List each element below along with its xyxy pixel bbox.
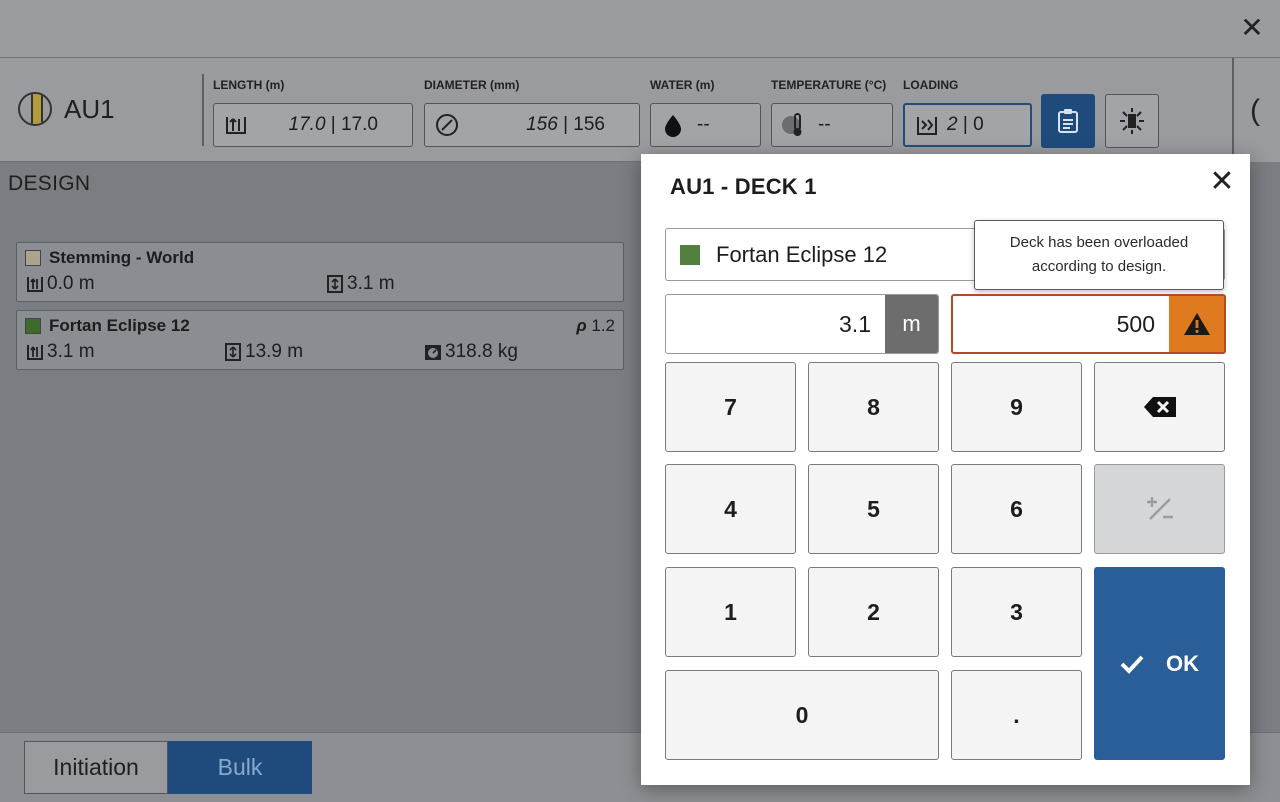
key-decimal[interactable]: .	[951, 670, 1082, 760]
length-input[interactable]: 3.1 m	[665, 294, 939, 354]
diameter-field[interactable]: 156 | 156	[424, 103, 640, 147]
water-field[interactable]: --	[650, 103, 761, 147]
deck-length: 13.9 m	[223, 341, 303, 363]
side-panel-toggle[interactable]: (	[1232, 58, 1280, 162]
thermometer-icon	[782, 113, 806, 137]
key-3[interactable]: 3	[951, 567, 1082, 657]
length-unit: m	[885, 295, 938, 353]
temperature-metric: TEMPERATURE (°C) --	[771, 78, 893, 147]
diameter-icon	[435, 113, 459, 137]
deck-length-icon	[223, 342, 243, 362]
hole-header: AU1 LENGTH (m) 17.0 | 17.0 DIAMETER (mm)…	[0, 58, 1232, 162]
header-divider	[202, 74, 204, 146]
deck-weight: 318.8 kg	[423, 341, 518, 363]
water-drop-icon	[661, 113, 685, 137]
loading-icon	[915, 113, 939, 137]
deck-keypad-dialog: AU1 - DECK 1 ✕ Fortan Eclipse 12 Deck ha…	[641, 154, 1250, 785]
diameter-label: DIAMETER (mm)	[424, 78, 520, 92]
deck-name: Stemming - World	[49, 248, 195, 267]
loading-field[interactable]: 2 | 0	[903, 103, 1032, 147]
deck-top: 0.0 m	[25, 273, 95, 295]
hole-identifier: AU1	[18, 92, 115, 126]
length-metric: LENGTH (m) 17.0 | 17.0	[213, 78, 413, 147]
length-actual: | 17.0	[325, 114, 378, 135]
ok-button[interactable]: OK	[1094, 567, 1225, 760]
key-9[interactable]: 9	[951, 362, 1082, 452]
length-label: LENGTH (m)	[213, 78, 285, 92]
backspace-icon	[1143, 397, 1176, 417]
close-icon[interactable]: ✕	[1208, 167, 1236, 197]
warning-icon[interactable]	[1169, 296, 1224, 352]
diameter-actual: | 156	[557, 114, 605, 135]
amount-input[interactable]: 500	[951, 294, 1226, 354]
key-1[interactable]: 1	[665, 567, 796, 657]
loading-design: 2	[947, 114, 958, 135]
deck-name: Fortan Eclipse 12	[49, 316, 190, 335]
collapse-icon: (	[1250, 94, 1260, 127]
backspace-button[interactable]	[1094, 362, 1225, 452]
design-title: DESIGN	[8, 172, 91, 195]
deck-color-swatch	[25, 318, 41, 334]
length-input-value: 3.1	[839, 310, 871, 337]
check-icon	[1120, 655, 1144, 674]
length-icon	[25, 342, 45, 362]
length-icon	[25, 274, 45, 294]
loading-label: LOADING	[903, 78, 959, 92]
key-0[interactable]: 0	[665, 670, 939, 760]
temperature-field[interactable]: --	[771, 103, 893, 147]
water-label: WATER (m)	[650, 78, 715, 92]
explosion-button[interactable]	[1105, 94, 1159, 148]
deck-color-swatch	[25, 250, 41, 266]
key-5[interactable]: 5	[808, 464, 939, 554]
loading-actual: | 0	[957, 114, 984, 135]
close-icon[interactable]: ✕	[1238, 14, 1266, 42]
explosion-icon	[1120, 108, 1144, 134]
length-design: 17.0	[288, 114, 326, 135]
overload-tooltip: Deck has been overloaded according to de…	[974, 220, 1224, 290]
key-8[interactable]: 8	[808, 362, 939, 452]
plus-minus-button[interactable]	[1094, 464, 1225, 554]
length-icon	[224, 113, 248, 137]
loading-metric: LOADING 2 | 0	[903, 78, 1032, 147]
key-6[interactable]: 6	[951, 464, 1082, 554]
key-7[interactable]: 7	[665, 362, 796, 452]
deck-density: ρ 1.2	[576, 316, 615, 335]
deck-length-icon	[325, 274, 345, 294]
mode-toggle: Initiation Bulk	[24, 741, 312, 794]
temperature-value: --	[818, 114, 831, 135]
product-color-swatch	[680, 244, 700, 265]
deck-card-stemming[interactable]: Stemming - World 0.0 m 3.1 m	[16, 242, 624, 302]
dialog-title: AU1 - DECK 1	[670, 174, 817, 199]
clipboard-icon	[1058, 109, 1078, 133]
top-bar: ✕	[0, 0, 1280, 58]
hole-status-icon	[18, 92, 52, 126]
deck-card-fortan[interactable]: Fortan Eclipse 12 ρ 1.2 3.1 m 13.9 m 318…	[16, 310, 624, 370]
plus-minus-icon	[1146, 497, 1173, 520]
diameter-metric: DIAMETER (mm) 156 | 156	[424, 78, 640, 147]
tab-initiation[interactable]: Initiation	[24, 741, 168, 794]
weight-icon	[423, 342, 443, 362]
clipboard-button[interactable]	[1041, 94, 1095, 148]
diameter-design: 156	[526, 114, 558, 135]
deck-length: 3.1 m	[325, 273, 395, 295]
key-4[interactable]: 4	[665, 464, 796, 554]
amount-input-value: 500	[1116, 310, 1155, 337]
length-field[interactable]: 17.0 | 17.0	[213, 103, 413, 147]
deck-top: 3.1 m	[25, 341, 95, 363]
water-value: --	[697, 114, 710, 135]
key-2[interactable]: 2	[808, 567, 939, 657]
temperature-label: TEMPERATURE (°C)	[771, 78, 887, 92]
product-name: Fortan Eclipse 12	[716, 241, 888, 267]
hole-name: AU1	[64, 93, 115, 124]
water-metric: WATER (m) --	[650, 78, 761, 147]
ok-label: OK	[1166, 650, 1199, 676]
tab-bulk[interactable]: Bulk	[168, 741, 312, 794]
